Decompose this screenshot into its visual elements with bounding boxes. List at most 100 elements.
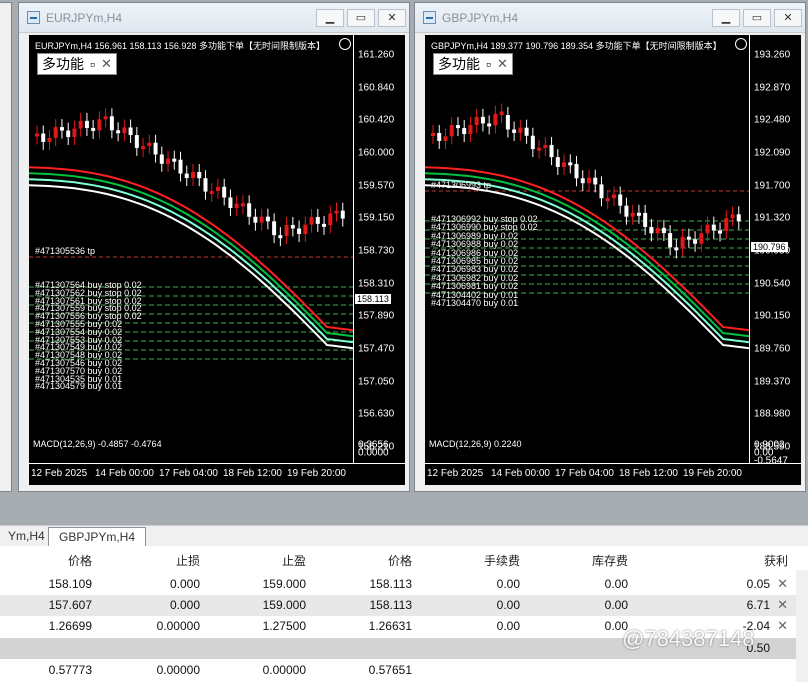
candle: [290, 224, 295, 229]
candle: [153, 142, 158, 155]
sl-cell: 0.00000: [156, 663, 200, 677]
indicator-label: MACD(12,26,9) -0.4857 -0.4764: [33, 439, 162, 449]
candle: [537, 147, 542, 151]
candle: [134, 135, 139, 148]
candle: [284, 224, 289, 236]
tp-cell: 159.000: [262, 577, 306, 591]
swap-cell: 0.00: [604, 598, 628, 612]
chart-window-eurjpy[interactable]: EURJPYm,H4 ▁ ▭ ✕ EURJPYm,H4 156.961 158.…: [18, 2, 410, 492]
candle: [593, 177, 598, 185]
window-title: GBPJPYm,H4: [442, 10, 519, 25]
current-price-cell: 158.113: [369, 598, 413, 612]
table-row[interactable]: 158.109 0.000 159.000 158.113 0.00 0.00 …: [0, 574, 808, 595]
candle: [680, 236, 685, 249]
panel-label: 多功能: [438, 56, 480, 72]
column-header[interactable]: 止盈: [282, 552, 306, 569]
commission-cell: 0.00: [496, 619, 520, 633]
candle: [184, 173, 189, 178]
panel-close-icon[interactable]: ✕: [497, 56, 508, 72]
candle: [253, 216, 258, 223]
watermark: @784387148: [622, 626, 755, 651]
chart-tabs: Ym,H4 GBPJPYm,H4: [0, 525, 808, 546]
candle: [47, 137, 52, 142]
table-header: 价格 止损 止盈 价格 手续费 库存费 获利: [0, 548, 808, 569]
candle: [468, 125, 473, 135]
current-price-cell: 1.26631: [368, 619, 412, 633]
candle: [203, 178, 208, 192]
close-button[interactable]: ✕: [774, 8, 802, 27]
close-order-icon[interactable]: ✕: [777, 597, 788, 613]
candle: [718, 230, 723, 234]
column-header[interactable]: 价格: [68, 552, 92, 569]
tab-eurjpy[interactable]: Ym,H4: [0, 527, 55, 546]
sl-cell: 0.00000: [156, 619, 200, 633]
vertical-scrollbar[interactable]: [796, 570, 808, 682]
candle: [278, 235, 283, 239]
candle: [549, 144, 554, 158]
candle: [122, 127, 127, 134]
candle: [562, 162, 567, 167]
table-row[interactable]: 157.607 0.000 159.000 158.113 0.00 0.00 …: [0, 595, 808, 616]
panel-close-icon[interactable]: ✕: [101, 56, 112, 72]
close-button[interactable]: ✕: [378, 8, 406, 27]
column-header[interactable]: 手续费: [484, 552, 520, 569]
column-header[interactable]: 止损: [176, 552, 200, 569]
table-row[interactable]: 0.57773 0.00000 0.00000 0.57651: [0, 660, 808, 681]
price-tick: 192.480: [754, 114, 791, 126]
chart-window-gbpjpy[interactable]: GBPJPYm,H4 ▁ ▭ ✕ GBPJPYm,H4 189.377 190.…: [414, 2, 806, 492]
window-titlebar[interactable]: GBPJPYm,H4 ▁ ▭ ✕: [415, 3, 805, 33]
column-header[interactable]: 价格: [388, 552, 412, 569]
close-order-icon[interactable]: ✕: [777, 576, 788, 592]
candle: [234, 203, 239, 208]
candle: [437, 133, 442, 141]
candle: [159, 154, 164, 164]
candle: [322, 223, 327, 227]
time-tick: 12 Feb 2025: [31, 468, 88, 479]
price-tick: 189.370: [754, 376, 791, 388]
candle: [116, 130, 121, 134]
window-title: EURJPYm,H4: [46, 10, 123, 25]
terminal-desktop: EURJPYm,H4 ▁ ▭ ✕ EURJPYm,H4 156.961 158.…: [0, 0, 808, 525]
candle: [686, 236, 691, 240]
candle: [711, 224, 716, 231]
tab-gbpjpy[interactable]: GBPJPYm,H4: [48, 527, 147, 546]
time-tick: 14 Feb 00:00: [491, 468, 550, 479]
candle: [166, 158, 171, 164]
candle: [611, 194, 616, 199]
candle: [699, 233, 704, 244]
column-header[interactable]: 获利: [764, 552, 788, 569]
minimize-button[interactable]: ▁: [316, 8, 344, 27]
candle: [693, 239, 698, 244]
candle: [730, 214, 735, 219]
current-price-cell: 158.113: [369, 577, 413, 591]
multi-function-panel[interactable]: 多功能 ▫ ✕: [433, 53, 513, 75]
candle: [555, 157, 560, 167]
candle: [197, 172, 202, 179]
price-chart[interactable]: EURJPYm,H4 156.961 158.113 156.928 多功能下单…: [29, 35, 405, 485]
maximize-button[interactable]: ▭: [347, 8, 375, 27]
candle: [580, 178, 585, 184]
candle: [512, 129, 517, 133]
candle: [674, 247, 679, 251]
price-cell: 157.607: [48, 598, 92, 612]
candle: [172, 158, 177, 162]
minimize-button[interactable]: ▁: [712, 8, 740, 27]
maximize-button[interactable]: ▭: [743, 8, 771, 27]
price-axis: 161.260 160.840 160.420 160.000 159.570 159.1…: [353, 35, 405, 463]
profit-cell: 6.71: [746, 598, 770, 612]
candle: [568, 162, 573, 166]
time-tick: 19 Feb 20:00: [683, 468, 742, 479]
panel-label: 多功能: [42, 56, 84, 72]
restore-icon[interactable]: ▫: [486, 56, 491, 72]
candle: [228, 197, 233, 208]
candle: [449, 125, 454, 137]
column-header[interactable]: 库存费: [592, 552, 628, 569]
price-tick: 157.470: [358, 343, 395, 355]
window-titlebar[interactable]: EURJPYm,H4 ▁ ▭ ✕: [19, 3, 409, 33]
restore-icon[interactable]: ▫: [90, 56, 95, 72]
price-chart[interactable]: GBPJPYm,H4 189.377 190.796 189.354 多功能下单…: [425, 35, 801, 485]
candle: [587, 177, 591, 184]
multi-function-panel[interactable]: 多功能 ▫ ✕: [37, 53, 117, 75]
close-order-icon[interactable]: ✕: [777, 618, 788, 634]
candle: [215, 186, 220, 192]
